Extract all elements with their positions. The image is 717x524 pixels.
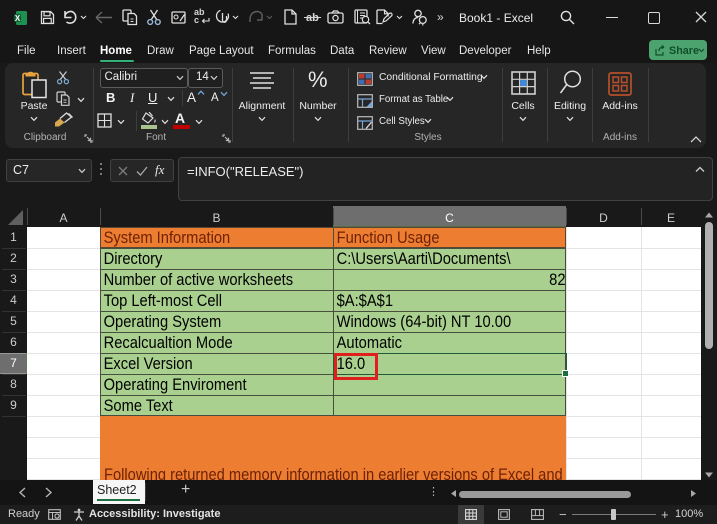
- svg-text:X: X: [15, 14, 21, 23]
